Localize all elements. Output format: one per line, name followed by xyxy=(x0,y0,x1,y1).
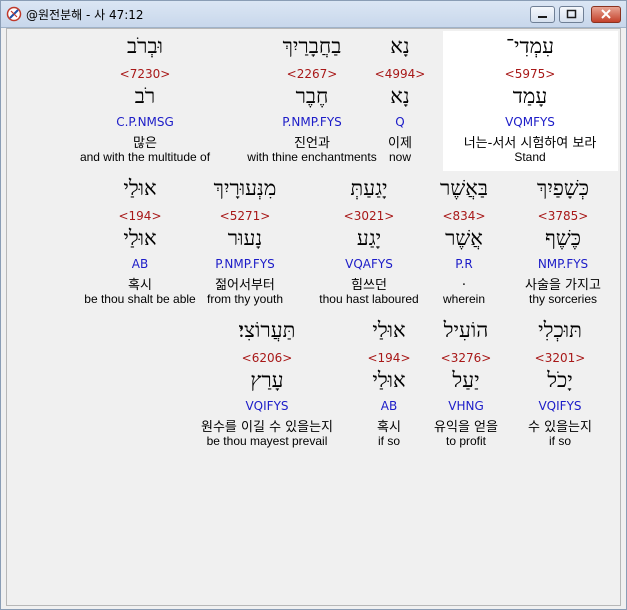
hebrew-word: תַּעֲרוֹצִי׃ xyxy=(238,318,296,342)
word-cell[interactable]: תַּעֲרוֹצִי׃ <6206> עָרַץ VQIFYS 원수를 이길 수 있을… xyxy=(182,315,352,455)
interlinear-panel: עִמְדִי־ <5975> עָמַד VQMFYS 너는-서서 시험하여 보라 St… xyxy=(6,28,621,606)
lemma-word: יָגַע xyxy=(356,226,382,250)
app-window: @원전분해 - 사 47:12 עִמְדִי־ <5975> עָמַד VQMFY… xyxy=(0,0,627,610)
korean-gloss: 진언과 xyxy=(294,136,330,151)
word-cell[interactable]: בַּאֲשֶׁר <834> אֲשֶׁר P.R. wherein xyxy=(429,173,499,313)
english-gloss: be thou mayest prevail xyxy=(206,434,328,448)
strong-number: <194> xyxy=(118,209,162,223)
english-gloss: be thou shalt be able xyxy=(84,292,196,306)
lemma-word: יַעַל xyxy=(452,368,480,392)
morphology-code: VQMFYS xyxy=(505,115,555,129)
korean-gloss: 힘쓰던 xyxy=(351,278,387,293)
english-gloss: and with the multitude of xyxy=(79,150,211,164)
word-cell[interactable]: אוּלַי <194> אוּלַי AB 혹시 if so xyxy=(359,315,419,455)
strong-number: <3276> xyxy=(440,351,492,365)
korean-gloss: 원수를 이길 수 있을는지 xyxy=(201,420,333,435)
korean-gloss: 수 있을는지 xyxy=(528,420,592,435)
close-button[interactable] xyxy=(591,6,621,23)
hebrew-word: כְּשָׁפַיִךְ xyxy=(537,176,589,200)
hebrew-word: תּוּכְלִי xyxy=(538,318,582,342)
app-icon xyxy=(6,6,22,22)
lemma-word: עָמַד xyxy=(512,84,548,108)
morphology-code: VQIFYS xyxy=(245,399,289,413)
strong-number: <3201> xyxy=(534,351,586,365)
word-cell[interactable]: עִמְדִי־ <5975> עָמַד VQMFYS 너는-서서 시험하여 보라 St… xyxy=(442,31,618,171)
minimize-icon xyxy=(538,16,547,18)
hebrew-word: עִמְדִי־ xyxy=(506,34,554,58)
korean-gloss: 혹시 xyxy=(377,420,401,435)
word-cell[interactable]: אוּלַי <194> אוּלַי AB 혹시 be thou shalt be ab… xyxy=(70,173,210,313)
korean-gloss: 너는-서서 시험하여 보라 xyxy=(463,136,597,151)
lemma-word: רֹב xyxy=(134,84,156,108)
word-cell[interactable]: וּבְרֹב <7230> רֹב C.P.NMSG 많은 and with the m… xyxy=(70,31,220,171)
minimize-button[interactable] xyxy=(530,6,555,23)
word-cell[interactable]: יָגַעַתְּ <3021> יָגַע VQAFYS 힘쓰던 thou hast l… xyxy=(314,173,424,313)
strong-number: <2267> xyxy=(286,67,338,81)
hebrew-word: הוֹעִיל xyxy=(443,318,489,342)
strong-number: <7230> xyxy=(119,67,171,81)
lemma-word: אֲשֶׁר xyxy=(445,226,483,250)
lemma-word: עָרַץ xyxy=(250,368,284,392)
morphology-code: VHNG xyxy=(448,399,484,413)
english-gloss: Stand xyxy=(514,150,546,164)
lemma-word: אוּלַי xyxy=(372,368,406,392)
morphology-code: AB xyxy=(131,257,149,271)
morphology-code: C.P.NMSG xyxy=(116,115,174,129)
hebrew-word: אוּלַי xyxy=(123,176,157,200)
lemma-word: חֶבֶר xyxy=(295,84,329,108)
morphology-code: NMP.FYS xyxy=(537,257,589,271)
strong-number: <3021> xyxy=(343,209,395,223)
word-cell[interactable]: תּוּכְלִי <3201> יָכֹל VQIFYS 수 있을는지 if so xyxy=(518,315,603,455)
hebrew-word: אוּלַי xyxy=(372,318,406,342)
korean-gloss: 유익을 얻을 xyxy=(434,420,498,435)
english-gloss: wherein xyxy=(442,292,486,306)
morphology-code: VQAFYS xyxy=(345,257,393,271)
close-icon xyxy=(601,9,611,19)
window-title: @원전분해 - 사 47:12 xyxy=(26,8,144,22)
word-cell[interactable]: הוֹעִיל <3276> יַעַל VHNG 유익을 얻을 to profit xyxy=(429,315,504,455)
english-gloss: thou hast laboured xyxy=(319,292,419,306)
maximize-button[interactable] xyxy=(559,6,584,23)
strong-number: <3785> xyxy=(537,209,589,223)
lemma-word: כֶּשֶׁף xyxy=(544,226,581,250)
korean-gloss: . xyxy=(461,274,467,289)
morphology-code: VQIFYS xyxy=(538,399,582,413)
english-gloss: to profit xyxy=(445,434,487,448)
lemma-word: אוּלַי xyxy=(123,226,157,250)
morphology-code: P.NMP.FYS xyxy=(282,115,342,129)
strong-number: <6206> xyxy=(241,351,293,365)
hebrew-word: בַחֲבָרַיִךְ xyxy=(282,34,342,58)
english-gloss: if so xyxy=(548,434,571,448)
hebrew-word: יָגַעַתְּ xyxy=(350,176,388,200)
strong-number: <5975> xyxy=(504,67,556,81)
word-cell[interactable]: בַחֲבָרַיִךְ <2267> חֶבֶר P.NMP.FYS 진언과 with … xyxy=(240,31,385,171)
maximize-icon xyxy=(566,9,577,19)
morphology-code: P.R xyxy=(455,257,473,271)
english-gloss: with thine enchantments xyxy=(247,150,377,164)
hebrew-word: וּבְרֹב xyxy=(127,34,163,58)
lemma-word: יָכֹל xyxy=(547,368,573,392)
strong-number: <194> xyxy=(367,351,411,365)
morphology-code: AB xyxy=(380,399,398,413)
english-gloss: if so xyxy=(377,434,400,448)
korean-gloss: 혹시 xyxy=(128,278,152,293)
english-gloss: thy sorceries xyxy=(528,292,598,306)
strong-number: <834> xyxy=(442,209,486,223)
word-cell[interactable]: כְּשָׁפַיִךְ <3785> כֶּשֶׁף NMP.FYS 사술을 가지고 t… xyxy=(513,173,613,313)
korean-gloss: 많은 xyxy=(133,136,157,151)
title-bar[interactable]: @원전분해 - 사 47:12 xyxy=(1,1,626,28)
korean-gloss: 사술을 가지고 xyxy=(525,278,601,293)
hebrew-word: בַּאֲשֶׁר xyxy=(440,176,488,200)
